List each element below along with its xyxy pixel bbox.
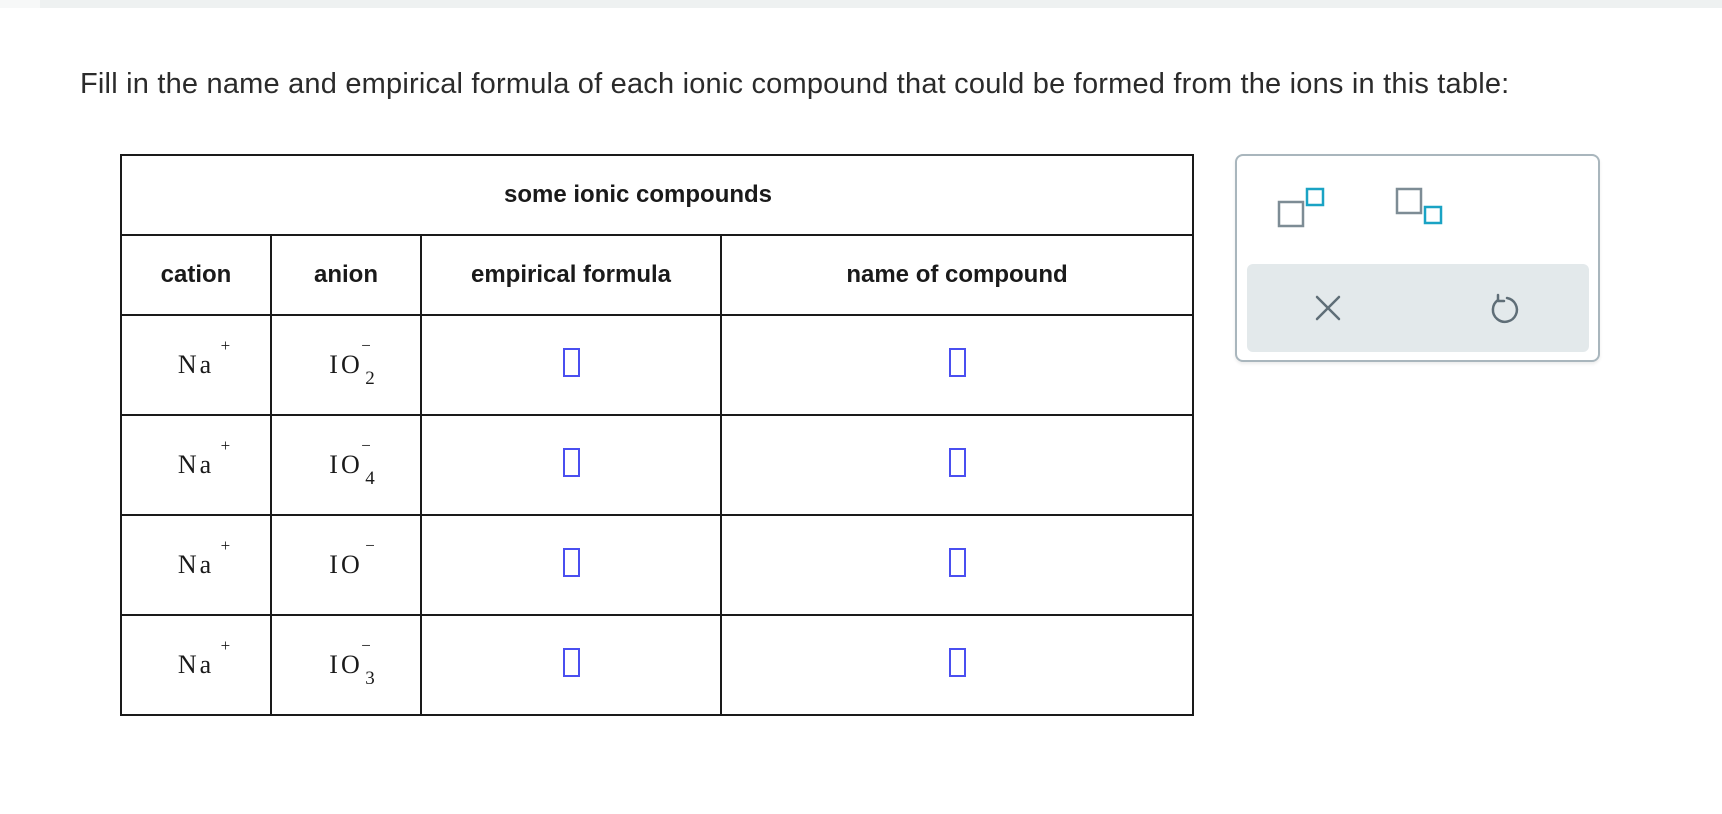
cation-symbol: Na [177, 350, 215, 379]
anion-cell: IO − [270, 514, 422, 616]
caption-spacer [120, 154, 421, 236]
table-row: Na + IO − 4 [120, 414, 1194, 516]
anion-cell: IO − 2 [270, 314, 422, 416]
compound-name-input[interactable] [948, 648, 966, 677]
header-cation: cation [120, 234, 272, 316]
ionic-compounds-table: some ionic compounds cation anion empiri… [120, 154, 1194, 716]
compound-name-input[interactable] [948, 548, 966, 577]
cation-formula: Na + [177, 336, 230, 380]
compound-name-cell [720, 514, 1194, 616]
anion-formula: IO − 3 [329, 636, 374, 689]
cation-cell: Na + [120, 614, 272, 716]
anion-subscript: 2 [365, 368, 375, 389]
anion-cell: IO − 4 [270, 414, 422, 516]
cation-charge: + [220, 436, 231, 455]
cation-charge: + [220, 536, 231, 555]
compound-name-cell [720, 614, 1194, 716]
empirical-formula-input[interactable] [562, 548, 580, 577]
cation-charge: + [220, 336, 231, 355]
cation-cell: Na + [120, 514, 272, 616]
formatting-tool-panel [1235, 154, 1600, 362]
cation-symbol: Na [177, 550, 215, 579]
table-row: Na + IO − 3 [120, 614, 1194, 716]
undo-icon [1491, 293, 1519, 324]
empirical-formula-cell [420, 414, 722, 516]
anion-symbol: IO [329, 550, 363, 579]
anion-charge: − [361, 636, 371, 655]
tool-action-row [1247, 264, 1589, 352]
compound-name-cell [720, 314, 1194, 416]
empirical-formula-input[interactable] [562, 348, 580, 377]
anion-symbol: IO [329, 450, 363, 479]
empirical-formula-input[interactable] [562, 648, 580, 677]
top-bar [0, 0, 1722, 8]
cation-formula: Na + [177, 536, 230, 580]
compound-name-cell [720, 414, 1194, 516]
undo-button[interactable] [1487, 292, 1521, 326]
cation-symbol: Na [177, 450, 215, 479]
superscript-icon [1277, 187, 1325, 228]
anion-charge: − [361, 336, 371, 355]
compound-name-input[interactable] [948, 348, 966, 377]
anion-formula: IO − 2 [329, 336, 374, 389]
clear-button[interactable] [1312, 292, 1344, 324]
cation-cell: Na + [120, 314, 272, 416]
header-name-of-compound: name of compound [720, 234, 1194, 316]
anion-cell: IO − 3 [270, 614, 422, 716]
subscript-button[interactable] [1395, 186, 1451, 230]
header-anion: anion [270, 234, 422, 316]
anion-symbol: IO [329, 350, 363, 379]
close-icon [1315, 295, 1341, 321]
empirical-formula-cell [420, 614, 722, 716]
anion-subscript: 4 [365, 468, 375, 489]
cation-symbol: Na [177, 650, 215, 679]
anion-formula: IO − 4 [329, 436, 374, 489]
top-bar-tab [0, 0, 40, 8]
header-empirical-formula: empirical formula [420, 234, 722, 316]
anion-subscript: 3 [365, 668, 375, 689]
subscript-icon [1395, 187, 1443, 225]
anion-symbol: IO [329, 650, 363, 679]
cation-charge: + [220, 636, 231, 655]
empirical-formula-cell [420, 514, 722, 616]
question-prompt: Fill in the name and empirical formula o… [80, 68, 1510, 100]
cation-formula: Na + [177, 436, 230, 480]
table-row: Na + IO − [120, 514, 1194, 616]
anion-charge: − [361, 436, 371, 455]
cation-formula: Na + [177, 636, 230, 680]
superscript-button[interactable] [1277, 186, 1333, 230]
anion-formula: IO − [329, 536, 374, 580]
table-caption: some ionic compounds [421, 154, 1194, 236]
compound-name-input[interactable] [948, 448, 966, 477]
anion-charge: − [365, 536, 375, 555]
table-row: Na + IO − 2 [120, 314, 1194, 416]
empirical-formula-input[interactable] [562, 448, 580, 477]
empirical-formula-cell [420, 314, 722, 416]
cation-cell: Na + [120, 414, 272, 516]
